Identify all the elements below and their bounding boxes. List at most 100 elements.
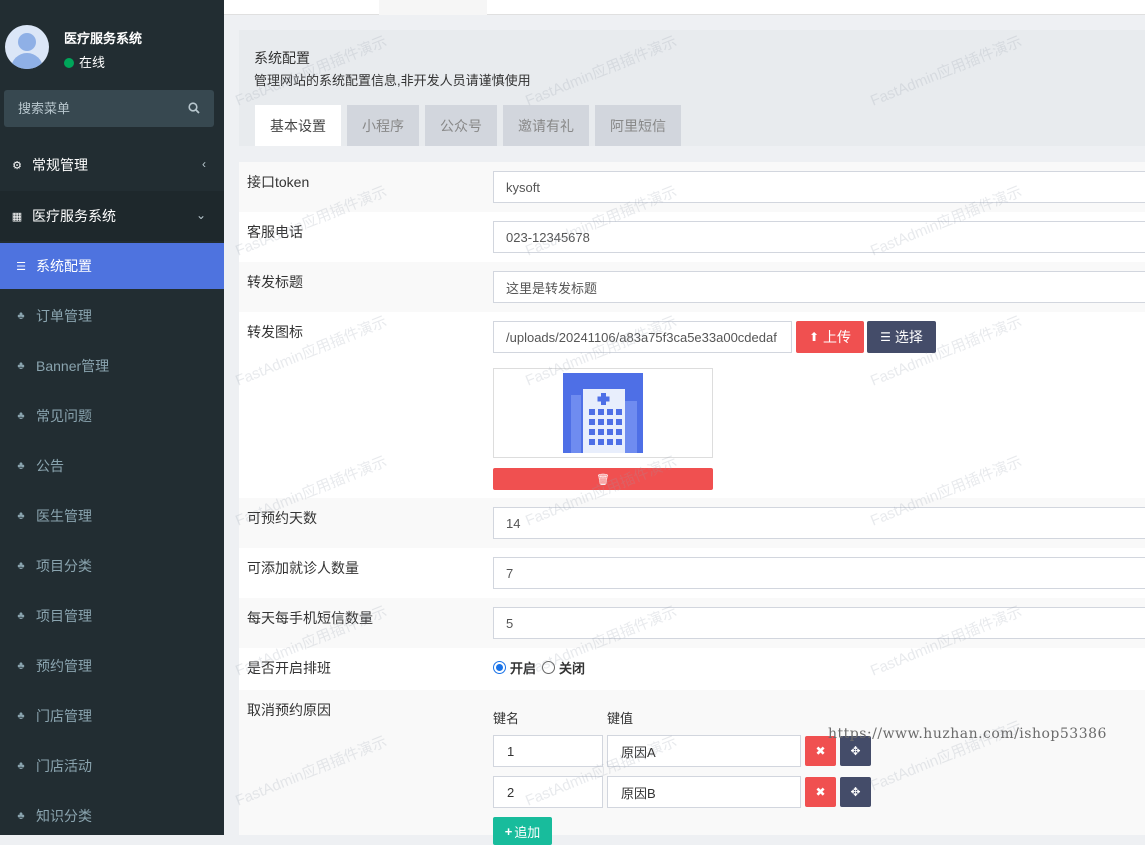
select-button[interactable]: ☰ 选择 bbox=[867, 321, 936, 353]
plus-icon: + bbox=[504, 823, 513, 839]
sidebar-item-appointments[interactable]: ♣ 预约管理 bbox=[0, 641, 224, 691]
reason-key-input[interactable] bbox=[493, 776, 603, 808]
delete-image-button[interactable]: 🗑 bbox=[493, 468, 713, 490]
app-name: 医疗服务系统 bbox=[64, 31, 143, 46]
list-icon: ☰ bbox=[880, 330, 891, 344]
sitemap-icon: ♣ bbox=[17, 610, 25, 622]
image-preview bbox=[493, 368, 713, 458]
online-status: 在线 bbox=[64, 52, 105, 71]
sidebar-item-label: 订单管理 bbox=[36, 308, 92, 324]
online-dot-icon bbox=[64, 58, 74, 68]
sitemap-icon: ♣ bbox=[17, 660, 25, 672]
sidebar-item-label: 项目管理 bbox=[36, 608, 92, 624]
reason-key-input[interactable] bbox=[493, 735, 603, 767]
sidebar-item-projects[interactable]: ♣ 项目管理 bbox=[0, 591, 224, 641]
tab-aliyun-sms[interactable]: 阿里短信 bbox=[595, 105, 681, 146]
tab-official-account[interactable]: 公众号 bbox=[425, 105, 497, 146]
sitemap-icon: ♣ bbox=[17, 810, 25, 822]
share-icon-path-input[interactable] bbox=[493, 321, 792, 353]
close-icon: ✖ bbox=[815, 785, 826, 799]
upload-button[interactable]: ⬆ 上传 bbox=[796, 321, 864, 353]
sidebar-item-config[interactable]: ☰ 系统配置 bbox=[0, 243, 224, 289]
sidebar-item-knowledge-category[interactable]: ♣ 知识分类 bbox=[0, 791, 224, 841]
radio-label: 关闭 bbox=[559, 661, 586, 676]
radio-label: 开启 bbox=[510, 661, 537, 676]
page-title: 系统配置 bbox=[254, 50, 310, 66]
field-label: 接口token bbox=[247, 174, 310, 190]
sidebar-item-label: 医疗服务系统 bbox=[32, 208, 116, 224]
reason-value-input[interactable] bbox=[607, 735, 801, 767]
sitemap-icon: ♣ bbox=[17, 560, 25, 572]
sidebar-item-project-category[interactable]: ♣ 项目分类 bbox=[0, 541, 224, 591]
sidebar-item-label: 门店管理 bbox=[36, 708, 92, 724]
schedule-off-radio[interactable]: 关闭 bbox=[542, 658, 585, 677]
tab-miniprogram[interactable]: 小程序 bbox=[347, 105, 419, 146]
url-watermark: https://www.huzhan.com/ishop53386 bbox=[828, 726, 1107, 742]
menu-search bbox=[4, 90, 214, 127]
field-label: 转发图标 bbox=[247, 324, 303, 340]
value-header: 键值 bbox=[607, 711, 634, 726]
sidebar-item-store-events[interactable]: ♣ 门店活动 bbox=[0, 741, 224, 791]
drag-row-handle[interactable]: ✥ bbox=[840, 777, 871, 807]
sidebar-item-doctors[interactable]: ♣ 医生管理 bbox=[0, 491, 224, 541]
field-label: 转发标题 bbox=[247, 274, 303, 290]
sms-input[interactable] bbox=[493, 607, 1145, 639]
row-share-title: 转发标题 bbox=[239, 262, 1145, 312]
avatar[interactable] bbox=[5, 25, 49, 69]
open-page-tab[interactable] bbox=[379, 0, 487, 15]
append-label: 追加 bbox=[514, 824, 541, 840]
radio-unchecked-icon bbox=[542, 661, 555, 674]
sidebar-item-label: 知识分类 bbox=[36, 808, 92, 824]
field-label: 取消预约原因 bbox=[247, 702, 331, 718]
move-icon: ✥ bbox=[850, 785, 861, 799]
row-share-icon: 转发图标 ⬆上传 ☰选择 🗑 bbox=[239, 312, 1145, 498]
schedule-on-radio[interactable]: 开启 bbox=[493, 658, 536, 677]
field-label: 客服电话 bbox=[247, 224, 303, 240]
token-input[interactable] bbox=[493, 171, 1145, 203]
top-tab-bar bbox=[224, 0, 1145, 15]
table-icon: ▦ bbox=[11, 210, 23, 223]
sidebar-item-medical[interactable]: ▦ 医疗服务系统 ⌄ bbox=[0, 191, 224, 241]
field-label: 可预约天数 bbox=[247, 510, 317, 526]
search-icon[interactable] bbox=[188, 102, 200, 114]
field-label: 可添加就诊人数量 bbox=[247, 560, 359, 576]
hospital-icon bbox=[563, 373, 643, 453]
days-input[interactable] bbox=[493, 507, 1145, 539]
row-phone: 客服电话 bbox=[239, 212, 1145, 262]
sidebar-item-label: Banner管理 bbox=[36, 358, 110, 374]
patients-input[interactable] bbox=[493, 557, 1145, 589]
chevron-down-icon: ⌄ bbox=[195, 208, 206, 222]
sidebar: 医疗服务系统 在线 ⚙ 常规管理 ‹ ▦ 医疗服务系统 ⌄ ☰ 系统配置 ♣ 订单管理 ♣ B… bbox=[0, 0, 224, 835]
select-label: 选择 bbox=[894, 329, 923, 345]
sidebar-item-notice[interactable]: ♣ 公告 bbox=[0, 441, 224, 491]
status-text: 在线 bbox=[79, 55, 106, 70]
row-days: 可预约天数 bbox=[239, 498, 1145, 548]
reason-value-input[interactable] bbox=[607, 776, 801, 808]
phone-input[interactable] bbox=[493, 221, 1145, 253]
field-label: 是否开启排班 bbox=[247, 660, 331, 676]
sitemap-icon: ♣ bbox=[17, 760, 25, 772]
sitemap-icon: ♣ bbox=[17, 310, 25, 322]
append-row-button[interactable]: + 追加 bbox=[493, 817, 552, 845]
sitemap-icon: ♣ bbox=[17, 710, 25, 722]
tab-invite[interactable]: 邀请有礼 bbox=[503, 105, 589, 146]
sidebar-item-orders[interactable]: ♣ 订单管理 bbox=[0, 291, 224, 341]
sitemap-icon: ♣ bbox=[17, 460, 25, 472]
sidebar-item-general[interactable]: ⚙ 常规管理 ‹ bbox=[0, 140, 224, 190]
field-label: 每天每手机短信数量 bbox=[247, 610, 373, 626]
share-title-input[interactable] bbox=[493, 271, 1145, 303]
row-cancel-reasons: 取消预约原因 键名 键值 ✖ ✥ ✖ ✥ +追加 bbox=[239, 690, 1145, 845]
sitemap-icon: ♣ bbox=[17, 410, 25, 422]
page-description: 管理网站的系统配置信息,非开发人员请谨慎使用 bbox=[254, 73, 531, 88]
sidebar-item-banner[interactable]: ♣ Banner管理 bbox=[0, 341, 224, 391]
sidebar-item-label: 医生管理 bbox=[36, 508, 92, 524]
row-token: 接口token bbox=[239, 162, 1145, 212]
tab-basic[interactable]: 基本设置 bbox=[255, 105, 341, 146]
remove-row-button[interactable]: ✖ bbox=[805, 777, 836, 807]
sidebar-item-stores[interactable]: ♣ 门店管理 bbox=[0, 691, 224, 741]
sidebar-item-faq[interactable]: ♣ 常见问题 bbox=[0, 391, 224, 441]
row-schedule: 是否开启排班 开启 关闭 bbox=[239, 648, 1145, 690]
search-input[interactable] bbox=[4, 90, 179, 127]
cogs-icon: ⚙ bbox=[12, 159, 22, 172]
sidebar-item-label: 项目分类 bbox=[36, 558, 92, 574]
